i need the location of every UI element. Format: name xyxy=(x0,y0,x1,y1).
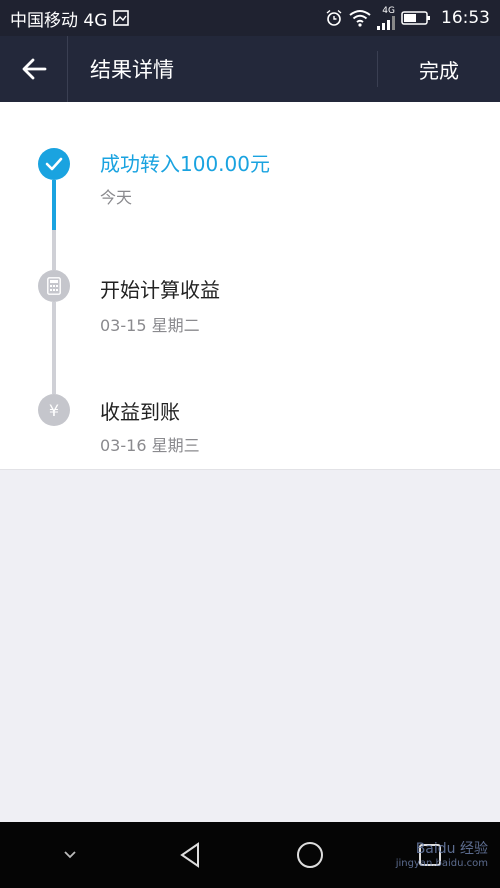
chevron-down-icon xyxy=(62,850,78,860)
step-node-pending xyxy=(38,270,70,302)
home-circle-icon xyxy=(296,841,324,869)
watermark-text: Baidu 经验 xyxy=(415,841,488,857)
clock-label: 16:53 xyxy=(441,8,490,28)
system-home-button[interactable] xyxy=(280,822,340,888)
step-title: 开始计算收益 xyxy=(100,278,220,302)
nav-bar: 结果详情 完成 xyxy=(0,36,500,102)
timeline-line xyxy=(52,302,56,394)
step-subtitle: 今天 xyxy=(100,188,133,207)
status-bar: 中国移动 4G 4G 16:53 xyxy=(0,0,500,36)
arrow-left-icon xyxy=(21,58,47,80)
step-node-pending: ¥ xyxy=(38,394,70,426)
timeline-card: 成功转入100.00元 今天 开始计算收益 03-15 星期二 ¥ 收益到账 0… xyxy=(0,102,500,470)
carrier-label: 中国移动 4G xyxy=(10,10,108,31)
done-button[interactable]: 完成 xyxy=(378,55,500,84)
hide-nav-button[interactable] xyxy=(40,822,100,888)
baidu-watermark: Baidu 经验 jingyan.baidu.com xyxy=(396,838,488,869)
image-icon xyxy=(113,10,130,26)
page-title: 结果详情 xyxy=(90,58,174,82)
timeline-line xyxy=(52,230,56,270)
back-triangle-icon xyxy=(178,842,202,868)
calculator-icon xyxy=(47,277,61,295)
status-right: 4G 16:53 xyxy=(325,5,490,30)
network-label: 4G xyxy=(382,5,395,16)
step-subtitle: 03-15 星期二 xyxy=(100,316,200,335)
signal-icon: 4G xyxy=(377,5,395,30)
system-back-button[interactable] xyxy=(160,822,220,888)
wifi-icon xyxy=(349,9,371,27)
watermark-url: jingyan.baidu.com xyxy=(395,858,488,869)
step-title: 收益到账 xyxy=(100,400,180,424)
step-title: 成功转入100.00元 xyxy=(100,152,270,176)
step-node-done xyxy=(38,148,70,180)
timeline-line-active xyxy=(52,180,56,230)
check-icon xyxy=(45,157,63,171)
status-left: 中国移动 4G xyxy=(10,6,130,31)
back-button[interactable] xyxy=(0,36,68,102)
battery-icon xyxy=(401,10,431,26)
alarm-icon xyxy=(325,9,343,27)
yen-icon: ¥ xyxy=(48,400,60,420)
step-subtitle: 03-16 星期三 xyxy=(100,436,200,455)
